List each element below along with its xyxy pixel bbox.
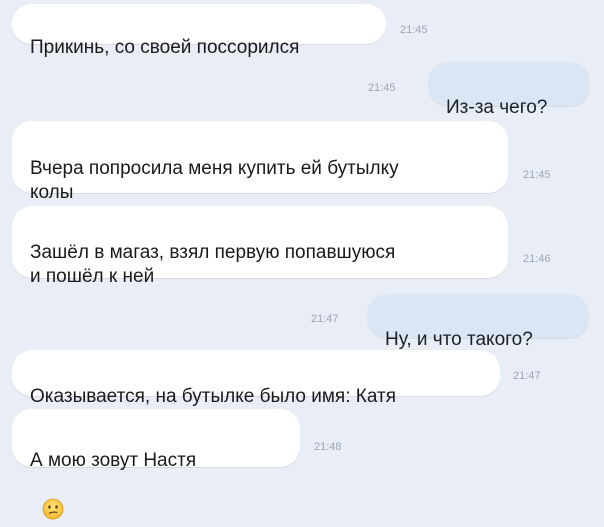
outgoing-message: Ну, и что такого? (367, 294, 589, 350)
incoming-message: А мою зовут Настя (12, 409, 300, 520)
confused-face-icon (42, 474, 64, 520)
message-timestamp: 21:45 (523, 169, 551, 181)
message-text: Ну, и что такого? (385, 329, 533, 350)
message-timestamp: 21:48 (314, 441, 342, 453)
message-text: А мою зовут Настя (30, 450, 197, 471)
incoming-message: Вчера попросила меня купить ей бутылку к… (12, 121, 508, 203)
message-timestamp: 21:45 (368, 82, 396, 94)
message-text: Из-за чего? (446, 97, 548, 118)
message-timestamp: 21:46 (523, 253, 551, 265)
incoming-message: Прикинь, со своей поссорился (12, 4, 386, 58)
message-text: Оказывается, на бутылке было имя: Катя (30, 386, 396, 407)
message-timestamp: 21:45 (400, 24, 428, 36)
incoming-message: Зашёл в магаз, взял первую попавшуюся и … (12, 206, 508, 287)
incoming-message: Оказывается, на бутылке было имя: Катя (12, 350, 500, 407)
message-timestamp: 21:47 (311, 313, 339, 325)
message-text: Прикинь, со своей поссорился (30, 37, 300, 58)
message-timestamp: 21:47 (513, 370, 541, 382)
chat-thread: Прикинь, со своей поссорился 21:45 21:45… (0, 0, 604, 520)
outgoing-message: Из-за чего? (428, 62, 590, 118)
message-text: Зашёл в магаз, взял первую попавшуюся и … (30, 242, 396, 287)
message-text: Вчера попросила меня купить ей бутылку к… (30, 158, 399, 203)
